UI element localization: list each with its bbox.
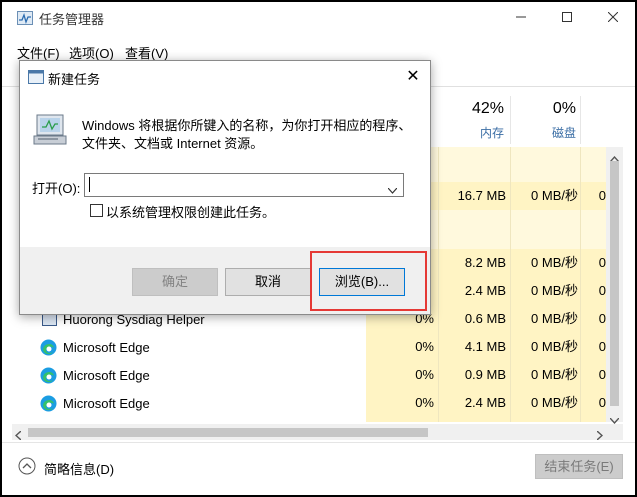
disk-cell: 0 MB/秒 — [531, 339, 578, 354]
open-label: 打开(O): — [32, 181, 81, 196]
disk-cell: 0 MB/秒 — [531, 395, 578, 410]
close-button[interactable] — [590, 2, 635, 32]
network-cell: 0 — [598, 255, 606, 270]
edge-icon — [40, 367, 57, 387]
disk-cell: 0 MB/秒 — [531, 367, 578, 382]
network-cell: 0 — [598, 188, 606, 203]
dialog-description: Windows 将根据你所键入的名称，为你打开相应的程序、文件夹、文档或 Int… — [82, 118, 412, 151]
window-title: 任务管理器 — [39, 12, 105, 27]
run-program-icon — [32, 113, 68, 150]
table-row[interactable]: Microsoft Edge 0% 0.9 MB 0 MB/秒 0 — [12, 361, 606, 389]
disk-cell: 0 MB/秒 — [531, 311, 578, 326]
minimize-button[interactable] — [498, 2, 544, 32]
memory-cell: 2.4 MB — [464, 395, 506, 410]
cpu-cell: 0% — [415, 367, 434, 382]
text-cursor — [89, 177, 90, 192]
column-separator — [510, 96, 511, 144]
maximize-icon — [562, 10, 572, 25]
network-cell: 0 — [598, 367, 606, 382]
open-combobox[interactable] — [84, 173, 404, 197]
memory-cell: 2.4 MB — [464, 283, 506, 298]
column-header-disk[interactable]: 0% 磁盘 — [512, 96, 580, 144]
disk-cell: 0 MB/秒 — [531, 188, 578, 203]
process-name: Microsoft Edge — [63, 396, 150, 411]
table-row[interactable]: Microsoft Edge 0% 2.4 MB 0 MB/秒 0 — [12, 389, 606, 417]
title-bar: 任务管理器 — [2, 2, 635, 32]
network-cell: 0 — [598, 283, 606, 298]
footer-bar: 简略信息(D) 结束任务(E) — [2, 442, 635, 495]
end-task-button[interactable]: 结束任务(E) — [535, 454, 623, 479]
scroll-left-icon[interactable] — [14, 428, 22, 443]
horizontal-scroll-thumb[interactable] — [28, 428, 428, 437]
new-task-dialog: 新建任务 ✕ Windows 将根据你所键入的名称，为你打开相应的程序、文件夹、… — [19, 60, 431, 315]
network-cell: 0 — [598, 395, 606, 410]
memory-cell: 4.1 MB — [464, 339, 506, 354]
cpu-cell: 0% — [415, 339, 434, 354]
edge-icon — [40, 395, 57, 415]
process-name: Microsoft Edge — [63, 340, 150, 355]
memory-percent: 42% — [471, 100, 504, 117]
run-icon — [28, 70, 44, 87]
memory-cell: 16.7 MB — [457, 188, 506, 203]
admin-checkbox-label[interactable]: 以系统管理权限创建此任务。 — [106, 202, 275, 221]
column-header-memory[interactable]: 42% 内存 — [438, 96, 510, 144]
chevron-down-icon[interactable] — [387, 182, 398, 197]
scroll-right-icon[interactable] — [596, 428, 604, 443]
disk-cell: 0 MB/秒 — [531, 255, 578, 270]
ok-button[interactable]: 确定 — [132, 268, 218, 296]
vertical-scrollbar[interactable] — [606, 147, 623, 425]
memory-cell: 0.6 MB — [464, 311, 506, 326]
vertical-scroll-thumb[interactable] — [610, 161, 619, 406]
network-cell: 0 — [598, 339, 606, 354]
memory-label: 内存 — [479, 126, 504, 140]
minimize-icon — [516, 10, 526, 25]
highlight-box — [310, 251, 427, 311]
scroll-corner — [606, 424, 623, 440]
cancel-button[interactable]: 取消 — [225, 268, 311, 296]
edge-icon — [40, 339, 57, 359]
column-separator — [580, 96, 581, 144]
memory-cell: 8.2 MB — [464, 255, 506, 270]
dialog-close-icon[interactable]: ✕ — [403, 67, 423, 87]
task-manager-window: 任务管理器 文件(F) 选项(O) 查看(V) 42% 内存 0% 磁盘 16.… — [0, 0, 637, 497]
disk-percent: 0% — [552, 100, 576, 117]
admin-checkbox[interactable] — [90, 204, 103, 217]
close-icon — [607, 10, 619, 25]
disk-label: 磁盘 — [551, 126, 576, 140]
fewer-details-link[interactable]: 简略信息(D) — [44, 459, 114, 478]
horizontal-scrollbar[interactable] — [12, 424, 606, 443]
cpu-cell: 0% — [415, 395, 434, 410]
dialog-title: 新建任务 — [48, 72, 101, 87]
task-manager-icon — [17, 11, 33, 25]
maximize-button[interactable] — [544, 2, 590, 32]
process-name: Microsoft Edge — [63, 368, 150, 383]
network-cell: 0 — [598, 311, 606, 326]
table-row[interactable]: Microsoft Edge 0% 4.1 MB 0 MB/秒 0 — [12, 333, 606, 361]
collapse-icon[interactable] — [18, 457, 36, 478]
memory-cell: 0.9 MB — [464, 367, 506, 382]
disk-cell: 0 MB/秒 — [531, 283, 578, 298]
